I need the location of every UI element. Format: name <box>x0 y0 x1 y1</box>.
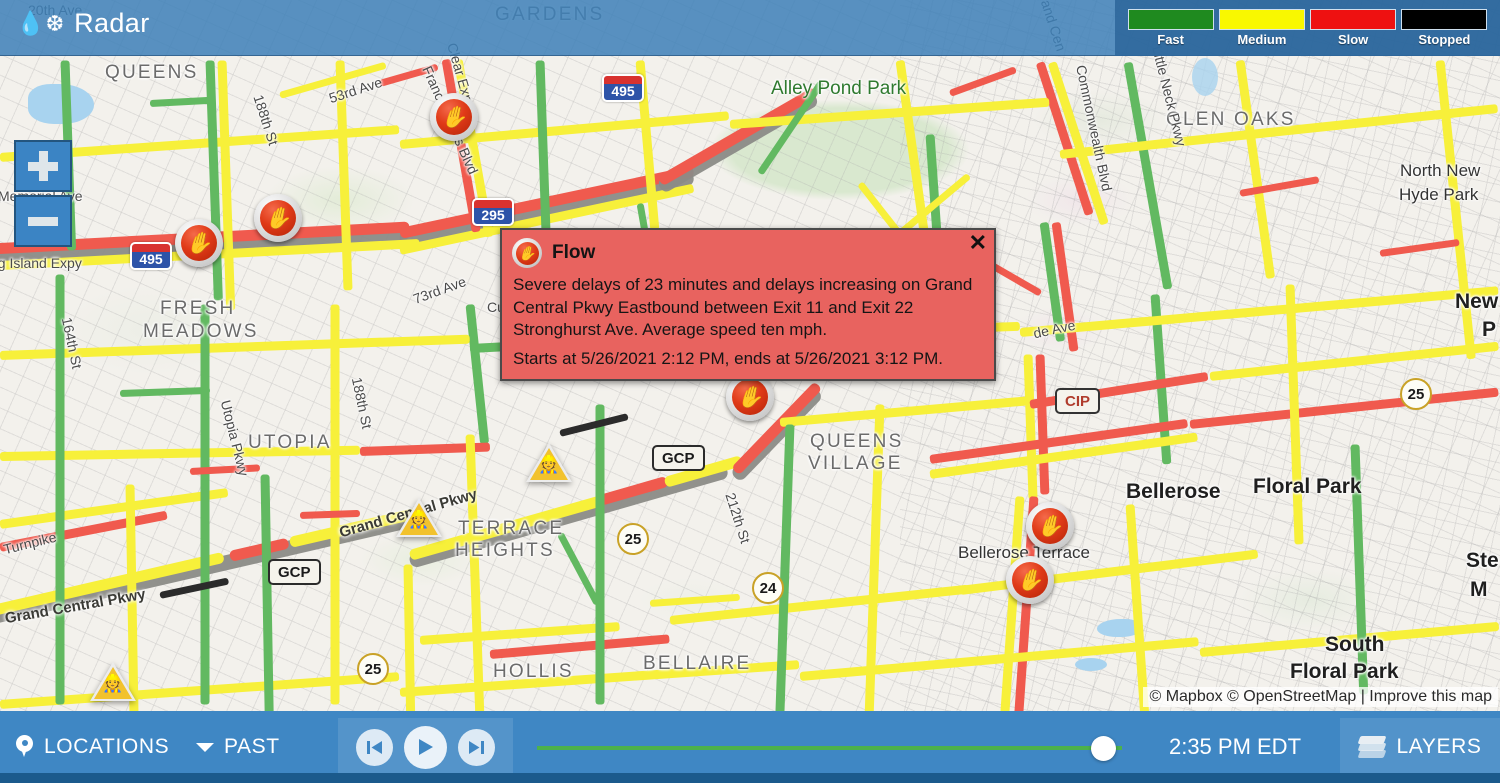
clock-display: 2:35 PM EDT <box>1168 734 1302 759</box>
map-attribution[interactable]: © Mapbox © OpenStreetMap | Improve this … <box>1143 687 1498 707</box>
timeline-slider[interactable] <box>513 718 1130 776</box>
zoom-out-button[interactable] <box>14 195 72 247</box>
map-pin-icon <box>16 735 33 759</box>
route-shield-24: 24 <box>752 572 784 604</box>
legend-swatch <box>1127 9 1214 30</box>
popup-header: ✋ Flow ✕ <box>502 230 994 270</box>
bottom-toolbar: LOCATIONS PAST 2:35 PM EDT LAYERS <box>0 711 1500 783</box>
incident-marker-stop[interactable]: ✋ <box>1006 556 1054 604</box>
route-shield-cip: CIP <box>1055 388 1101 414</box>
incident-marker-stop[interactable]: ✋ <box>175 219 223 267</box>
weather-icons: 💧 ❆ <box>16 12 64 35</box>
legend-swatch <box>1218 9 1305 30</box>
stop-hand-icon: ✋ <box>512 238 542 268</box>
route-shield-295: 295 <box>472 198 514 226</box>
legend-item-stopped: Stopped <box>1401 9 1488 47</box>
legend-label: Medium <box>1237 32 1287 47</box>
chevron-down-icon <box>196 742 214 752</box>
legend-item-medium: Medium <box>1218 9 1305 47</box>
close-icon[interactable]: ✕ <box>969 232 987 254</box>
water-body <box>1192 58 1218 96</box>
locations-button[interactable]: LOCATIONS <box>0 718 196 776</box>
app-header: 💧 ❆ Radar Fast Medium Slow Stopped <box>0 0 1500 56</box>
past-dropdown[interactable]: PAST <box>196 718 348 776</box>
incident-popup[interactable]: ✋ Flow ✕ Severe delays of 23 minutes and… <box>500 228 996 382</box>
past-label: PAST <box>224 735 280 758</box>
playback-controls[interactable] <box>338 718 513 776</box>
timeline-thumb[interactable] <box>1091 736 1116 761</box>
incident-marker-construction[interactable]: 👷 <box>90 662 136 702</box>
skip-forward-button[interactable] <box>458 728 495 766</box>
popup-time-text: Starts at 5/26/2021 2:12 PM, ends at 5/2… <box>513 348 944 368</box>
legend-item-fast: Fast <box>1127 9 1214 47</box>
route-shield-gcp: GCP <box>268 559 321 585</box>
attribution-text[interactable]: © Mapbox © OpenStreetMap | Improve this … <box>1149 688 1492 705</box>
play-button[interactable] <box>404 725 447 769</box>
route-shield-25: 25 <box>1400 378 1432 410</box>
legend-label: Slow <box>1337 32 1369 47</box>
incident-marker-stop[interactable]: ✋ <box>254 194 302 242</box>
skip-back-icon <box>367 740 382 754</box>
zoom-in-button[interactable] <box>14 140 72 192</box>
incident-marker-stop[interactable]: ✋ <box>430 93 478 141</box>
skip-forward-icon <box>469 740 484 754</box>
traffic-legend: Fast Medium Slow Stopped <box>1115 0 1500 56</box>
play-icon <box>419 739 433 755</box>
locations-label: LOCATIONS <box>44 735 170 758</box>
route-shield-25: 25 <box>357 653 389 685</box>
popup-body-text: Severe delays of 23 minutes and delays i… <box>513 275 973 340</box>
route-shield-495: 495 <box>130 242 172 270</box>
route-shield-495: 495 <box>602 74 644 102</box>
route-shield-25: 25 <box>617 523 649 555</box>
incident-marker-construction[interactable]: 👷 <box>396 498 442 538</box>
raindrop-icon: 💧 <box>16 10 45 36</box>
legend-swatch <box>1401 9 1488 30</box>
snowflake-icon: ❆ <box>45 11 65 36</box>
layers-button[interactable]: LAYERS <box>1340 718 1500 776</box>
popup-title: Flow <box>552 242 596 263</box>
traffic-map[interactable]: QUEENSGARDENSFRESHMEADOWSUTOPIATERRACEHE… <box>0 0 1500 783</box>
layers-stack-icon <box>1357 736 1386 758</box>
incident-marker-stop[interactable]: ✋ <box>1026 502 1074 550</box>
legend-label: Stopped <box>1418 32 1471 47</box>
layers-label: LAYERS <box>1396 735 1482 758</box>
timeline-track[interactable] <box>537 746 1122 750</box>
map-zoom-control[interactable] <box>14 140 72 247</box>
legend-label: Fast <box>1157 32 1184 47</box>
route-shield-gcp: GCP <box>652 445 705 471</box>
incident-marker-construction[interactable]: 👷 <box>526 443 572 483</box>
page-title: Radar <box>74 8 150 38</box>
app-brand: 💧 ❆ Radar <box>16 8 150 39</box>
skip-back-button[interactable] <box>356 728 393 766</box>
legend-swatch <box>1310 9 1397 30</box>
legend-item-slow: Slow <box>1310 9 1397 47</box>
water-body <box>1075 658 1107 671</box>
